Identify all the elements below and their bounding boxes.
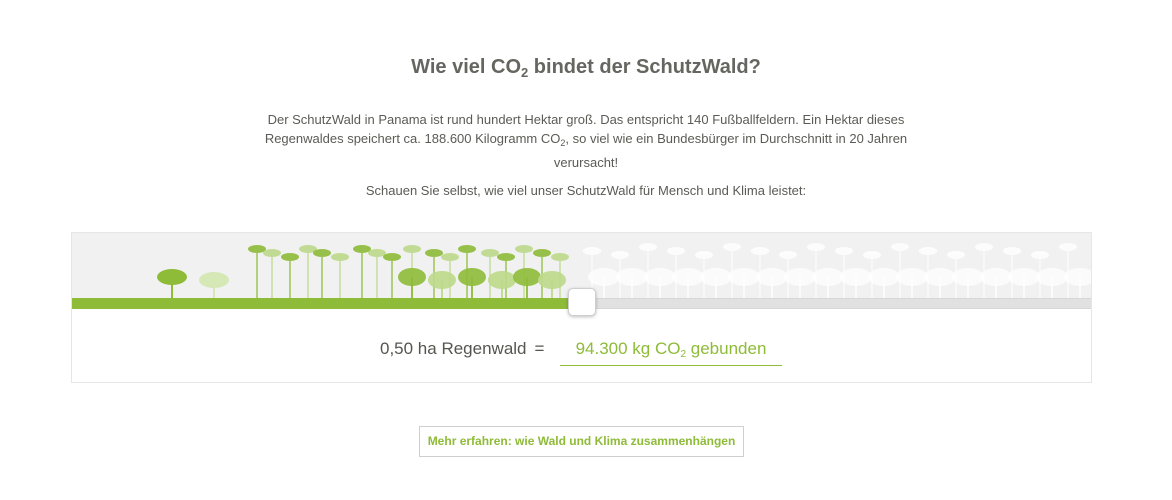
slider-fill [72,298,582,309]
intro-call-to-action: Schauen Sie selbst, wie viel unser Schut… [365,183,807,198]
amount-suffix: gebunden [686,339,767,358]
result-row: 0,50 ha Regenwald = 94.300 kg CO2 gebunde… [72,333,1091,367]
co2-amount-display: 94.300 kg CO2 gebunden [560,333,782,366]
amount-prefix: 94.300 kg CO [575,339,681,358]
slider-track[interactable] [72,288,1091,316]
title-suffix: bindet der SchutzWald? [528,56,761,78]
slider-handle[interactable] [568,288,596,316]
area-value: 0,50 ha Regenwald [380,339,527,358]
learn-more-button[interactable]: Mehr erfahren: wie Wald und Klima zusamm… [419,426,744,457]
co2-calculator-widget: 0,50 ha Regenwald = 94.300 kg CO2 gebunde… [71,232,1092,383]
intro-text: Der SchutzWald in Panama ist rund hunder… [0,110,1172,200]
intro-paragraph: Der SchutzWald in Panama ist rund hunder… [246,110,926,172]
area-display: 0,50 ha Regenwald = [380,339,544,359]
page-title: Wie viel CO2 bindet der SchutzWald? [0,56,1172,80]
equals-sign: = [534,339,545,358]
intro-p1-after: , so viel wie ein Bundesbürger im Durchs… [553,131,908,170]
title-prefix: Wie viel CO [411,56,522,78]
